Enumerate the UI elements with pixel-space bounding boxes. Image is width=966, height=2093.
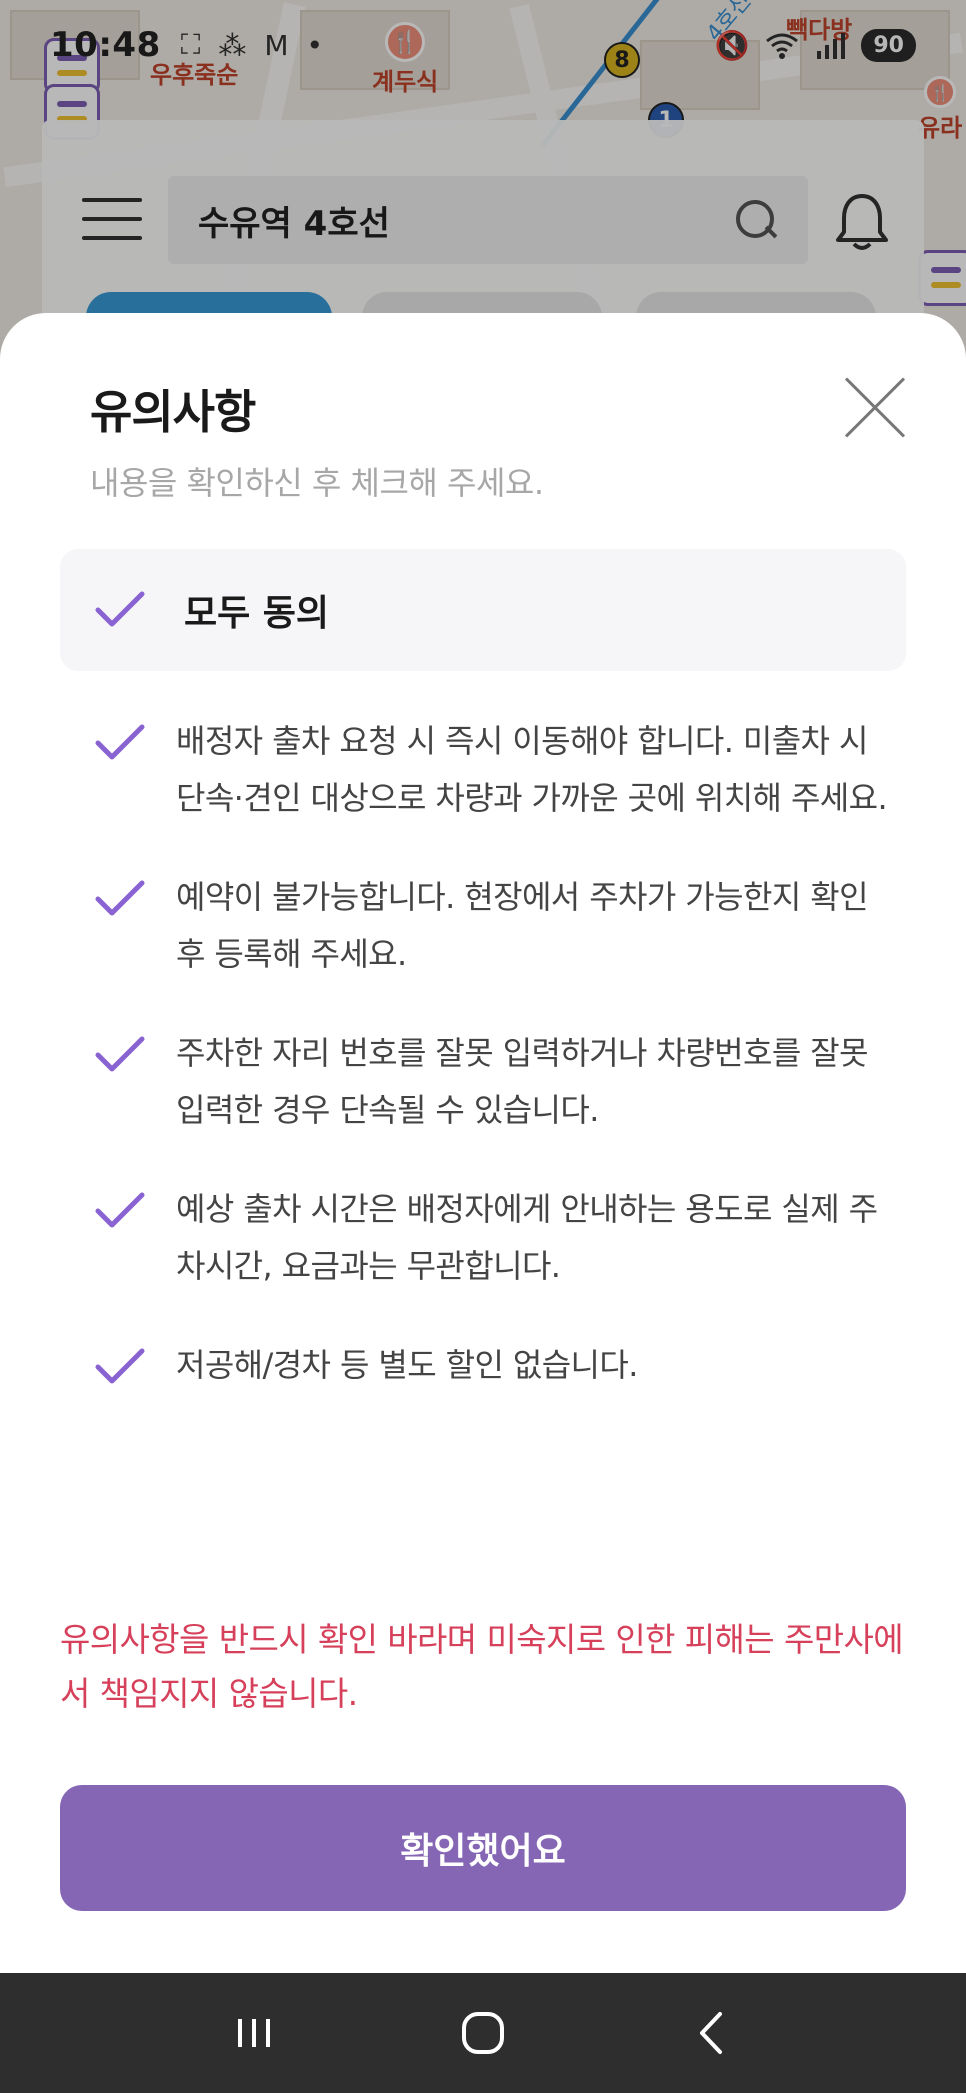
confirm-button[interactable]: 확인했어요 [60,1785,906,1911]
term-item[interactable]: 주차한 자리 번호를 잘못 입력하거나 차량번호를 잘못 입력한 경우 단속될 … [94,1025,914,1139]
term-text: 배정자 출차 요청 시 즉시 이동해야 합니다. 미출차 시 단속·견인 대상으… [176,722,888,817]
home-icon[interactable] [453,2003,513,2063]
agree-all-checkbox[interactable]: 모두 동의 [60,549,906,671]
term-item[interactable]: 배정자 출차 요청 시 즉시 이동해야 합니다. 미출차 시 단속·견인 대상으… [94,713,914,827]
agree-all-label: 모두 동의 [184,593,330,634]
sheet-title: 유의사항 [90,385,256,439]
system-nav-bar [0,1973,966,2093]
checkmark-icon [95,880,145,916]
term-item[interactable]: 저공해/경차 등 별도 할인 없습니다. [94,1337,914,1394]
checkmark-icon [95,1192,145,1228]
precautions-sheet: 유의사항 내용을 확인하신 후 체크해 주세요. 모두 동의 배정자 출차 요청… [0,313,966,1973]
recent-apps-icon[interactable] [224,2003,284,2063]
term-item[interactable]: 예약이 불가능합니다. 현장에서 주차가 가능한지 확인 후 등록해 주세요. [94,869,914,983]
term-item[interactable]: 예상 출차 시간은 배정자에게 안내하는 용도로 실제 주차시간, 요금과는 무… [94,1181,914,1295]
close-icon[interactable] [840,373,910,443]
sheet-subtitle: 내용을 확인하신 후 체크해 주세요. [90,464,544,502]
term-text: 저공해/경차 등 별도 할인 없습니다. [176,1346,638,1384]
term-text: 예상 출차 시간은 배정자에게 안내하는 용도로 실제 주차시간, 요금과는 무… [176,1190,878,1285]
back-icon[interactable] [682,2003,742,2063]
terms-list: 배정자 출차 요청 시 즉시 이동해야 합니다. 미출차 시 단속·견인 대상으… [94,713,914,1436]
term-text: 주차한 자리 번호를 잘못 입력하거나 차량번호를 잘못 입력한 경우 단속될 … [176,1034,869,1129]
checkmark-icon [95,1036,145,1072]
checkmark-icon [95,591,145,627]
checkmark-icon [95,724,145,760]
liability-notice: 유의사항을 반드시 확인 바라며 미숙지로 인한 피해는 주만사에서 책임지지 … [60,1620,904,1713]
term-text: 예약이 불가능합니다. 현장에서 주차가 가능한지 확인 후 등록해 주세요. [176,878,869,973]
checkmark-icon [95,1348,145,1384]
